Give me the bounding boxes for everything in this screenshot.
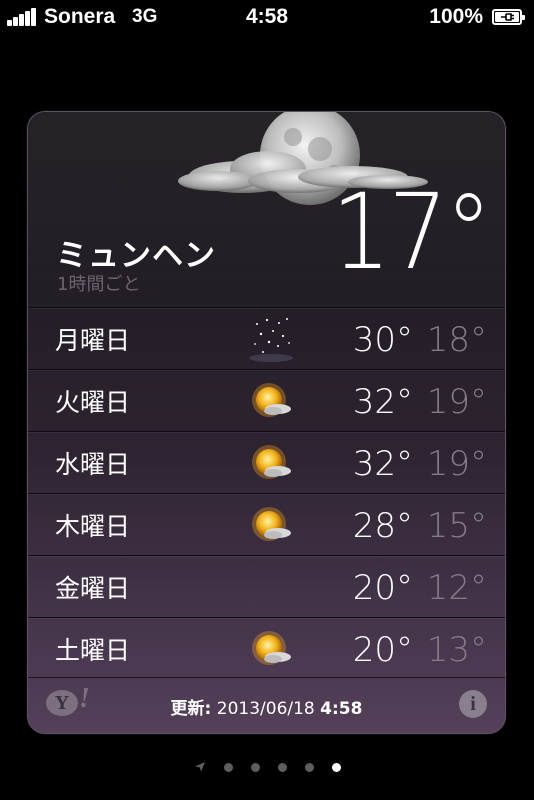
forecast-day: 土曜日 [55,636,131,665]
battery-icon [492,9,525,25]
high-temp: 20° [352,630,413,670]
forecast-day: 木曜日 [55,512,131,541]
forecast-day: 月曜日 [55,326,131,355]
weather-card[interactable]: ミュンヘン 1時間ごと 17° 月曜日 30° 18° 火曜日 32° 19° … [27,111,506,734]
low-temp: 19° [426,444,487,484]
forecast-day: 火曜日 [55,388,131,417]
rain-icon [262,563,280,605]
status-bar: Sonera 3G 4:58 100% [0,0,534,34]
updated-date: 2013/06/18 [216,699,315,719]
updated-label: 更新: [170,699,212,719]
page-dot[interactable] [250,762,260,772]
sun-with-cloud-icon [252,445,291,479]
high-temp: 28° [352,506,413,546]
low-temp: 15° [426,506,487,546]
forecast-list: 月曜日 30° 18° 火曜日 32° 19° 水曜日 32° 19° 木曜日 … [28,307,505,679]
hourly-subtitle[interactable]: 1時間ごと [57,270,140,296]
page-dot[interactable] [223,762,233,772]
forecast-row: 水曜日 32° 19° [28,431,505,493]
forecast-row: 土曜日 20° 13° [28,617,505,679]
forecast-day: 金曜日 [55,574,131,603]
sun-with-cloud-icon [252,383,291,417]
forecast-row: 金曜日 20° 12° [28,555,505,617]
high-temp: 32° [352,382,413,422]
charging-plug-icon [501,13,514,21]
last-updated: 更新: 2013/06/18 4:58 [28,694,505,719]
page-dot-active[interactable] [331,762,341,772]
card-footer: Y ! 更新: 2013/06/18 4:58 i [28,677,505,733]
location-arrow-icon [194,762,205,772]
high-temp: 30° [352,320,413,360]
high-temp: 20° [352,568,413,608]
forecast-row: 月曜日 30° 18° [28,307,505,369]
page-indicator[interactable] [0,760,534,780]
forecast-row: 木曜日 28° 15° [28,493,505,555]
page-dot[interactable] [277,762,287,772]
sun-with-cloud-icon [252,631,291,665]
low-temp: 19° [426,382,487,422]
low-temp: 12° [426,568,487,608]
page-dot[interactable] [304,762,314,772]
forecast-row: 火曜日 32° 19° [28,369,505,431]
battery-percentage: 100% [429,5,483,28]
current-temperature: 17° [331,171,492,293]
info-button[interactable]: i [459,690,487,718]
forecast-day: 水曜日 [55,450,131,479]
low-temp: 18° [426,320,487,360]
low-temp: 13° [426,630,487,670]
sun-with-cloud-icon [252,507,291,541]
updated-time: 4:58 [320,699,363,719]
city-name: ミュンヘン [56,238,216,274]
high-temp: 32° [352,444,413,484]
clear-night-stars-icon [249,318,293,362]
